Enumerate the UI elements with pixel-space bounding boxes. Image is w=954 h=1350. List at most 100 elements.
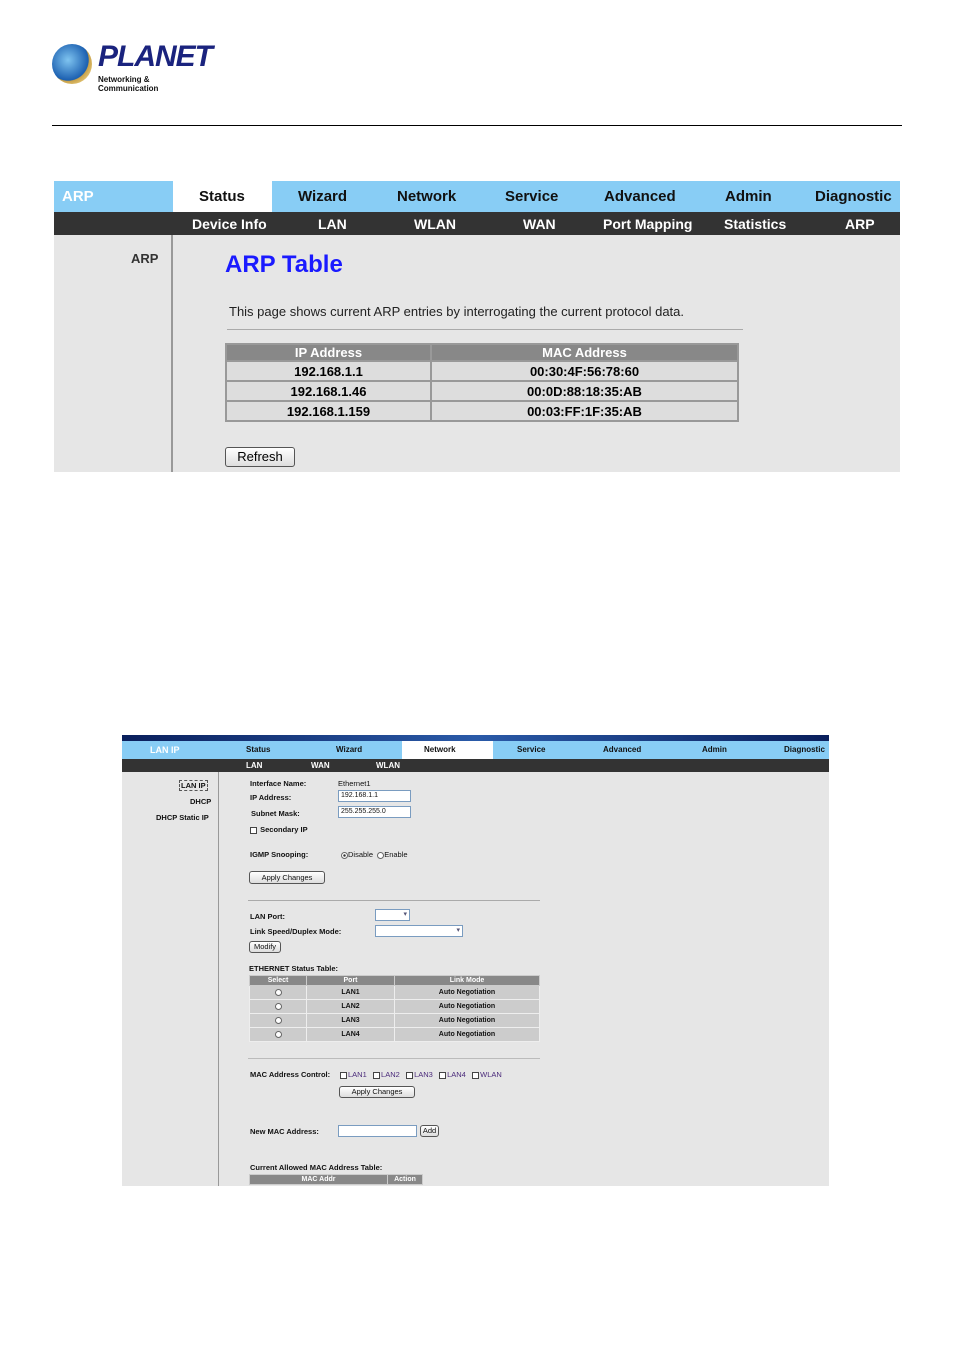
subtab-wan[interactable]: WAN xyxy=(523,216,556,232)
logo-tagline: Networking & Communication xyxy=(98,75,159,93)
mask-label: Subnet Mask: xyxy=(251,809,300,818)
ip-address-input[interactable]: 192.168.1.1 xyxy=(338,790,411,802)
tab-diagnostic[interactable]: Diagnostic xyxy=(815,188,892,205)
col-link-mode: Link Mode xyxy=(394,975,540,986)
port-cell: LAN1 xyxy=(306,985,395,1000)
lan-ip-screenshot: LAN IP Status Wizard Network Service Adv… xyxy=(122,735,829,1186)
subtab-port-mapping[interactable]: Port Mapping xyxy=(603,216,692,232)
tab-admin[interactable]: Admin xyxy=(702,745,727,754)
table-row: 192.168.1.46 00:0D:88:18:35:AB xyxy=(225,380,739,402)
subtab-arp[interactable]: ARP xyxy=(845,216,875,232)
subtab-wlan[interactable]: WLAN xyxy=(376,761,400,770)
col-action: Action xyxy=(387,1174,423,1185)
mac-apply-changes-button[interactable]: Apply Changes xyxy=(339,1086,415,1098)
mac-control-lan4-checkbox[interactable] xyxy=(439,1071,447,1079)
interface-value: Ethernet1 xyxy=(338,779,371,788)
col-mac-addr: MAC Addr xyxy=(249,1174,388,1185)
table-row: LAN2 Auto Negotiation xyxy=(249,999,540,1014)
table-row: 192.168.1.159 00:03:FF:1F:35:AB xyxy=(225,400,739,422)
ethernet-status-table: Select Port Link Mode LAN1 Auto Negotiation… xyxy=(249,975,540,1042)
mac-control-wlan-checkbox[interactable] xyxy=(472,1071,480,1079)
section-label: LAN IP xyxy=(150,745,180,755)
main-tab-bar: LAN IP Status Wizard Network Service Adv… xyxy=(122,741,829,759)
refresh-button[interactable]: Refresh xyxy=(225,447,295,467)
sidebar-item-dhcp[interactable]: DHCP xyxy=(190,797,211,806)
mac-control-lan3-checkbox[interactable] xyxy=(406,1071,414,1079)
sidebar-divider xyxy=(171,235,173,472)
ip-cell: 192.168.1.46 xyxy=(225,380,432,402)
chevron-down-icon: ▾ xyxy=(403,911,407,918)
divider xyxy=(227,329,743,330)
mac-control-lan1-checkbox[interactable] xyxy=(340,1071,347,1079)
tab-diagnostic[interactable]: Diagnostic xyxy=(784,745,825,754)
interface-label: Interface Name: xyxy=(250,779,307,788)
planet-logo: PLANET Networking & Communication xyxy=(52,40,213,93)
table-row: LAN1 Auto Negotiation xyxy=(249,985,540,1000)
tab-advanced[interactable]: Advanced xyxy=(604,188,676,205)
subtab-wan[interactable]: WAN xyxy=(311,761,330,770)
select-radio[interactable] xyxy=(274,1016,282,1024)
sub-nav: Device Info LAN WLAN WAN Port Mapping St… xyxy=(54,212,900,235)
main-tab-bar: ARP Status Wizard Network Service Advanc… xyxy=(54,181,900,212)
select-radio[interactable] xyxy=(274,988,282,996)
lan1-label: LAN1 xyxy=(348,1070,367,1079)
select-radio[interactable] xyxy=(274,1030,282,1038)
new-mac-input[interactable] xyxy=(338,1125,417,1137)
lan-port-select[interactable]: ▾ xyxy=(375,909,410,921)
tab-admin[interactable]: Admin xyxy=(725,188,772,205)
arp-screenshot: ARP Status Wizard Network Service Advanc… xyxy=(54,181,900,472)
apply-changes-button[interactable]: Apply Changes xyxy=(249,871,325,884)
subnet-mask-input[interactable]: 255.255.255.0 xyxy=(338,806,411,818)
ip-label: IP Address: xyxy=(250,793,292,802)
table-row: 192.168.1.1 00:30:4F:56:78:60 xyxy=(225,360,739,382)
link-mode-cell: Auto Negotiation xyxy=(394,985,540,1000)
port-cell: LAN2 xyxy=(306,999,395,1014)
lan4-label: LAN4 xyxy=(447,1070,466,1079)
page-title: ARP Table xyxy=(225,251,343,278)
mac-control-lan2-checkbox[interactable] xyxy=(373,1071,381,1079)
arp-table: IP Address MAC Address 192.168.1.1 00:30:4… xyxy=(225,343,739,422)
tab-wizard[interactable]: Wizard xyxy=(298,188,347,205)
tab-wizard[interactable]: Wizard xyxy=(336,745,362,754)
igmp-enable-label: Enable xyxy=(384,850,408,859)
mac-control-label: MAC Address Control: xyxy=(250,1070,331,1079)
globe-icon xyxy=(52,44,92,84)
subtab-device-info[interactable]: Device Info xyxy=(192,216,267,232)
tab-network[interactable]: Network xyxy=(424,745,456,754)
wlan-label: WLAN xyxy=(480,1070,502,1079)
allowed-table-title: Current Allowed MAC Address Table: xyxy=(250,1163,383,1172)
link-mode-label: Link Speed/Duplex Mode: xyxy=(250,927,342,936)
lan3-label: LAN3 xyxy=(414,1070,433,1079)
select-radio[interactable] xyxy=(274,1002,282,1010)
tab-advanced[interactable]: Advanced xyxy=(603,745,641,754)
add-button[interactable]: Add xyxy=(420,1125,439,1137)
mac-cell: 00:03:FF:1F:35:AB xyxy=(430,400,739,422)
subtab-lan[interactable]: LAN xyxy=(318,216,347,232)
table-row: LAN3 Auto Negotiation xyxy=(249,1013,540,1028)
tab-status[interactable]: Status xyxy=(246,745,270,754)
tab-network[interactable]: Network xyxy=(397,188,456,205)
header-divider xyxy=(52,125,902,126)
logo-brand: PLANET xyxy=(98,40,213,73)
sidebar-item-lan-ip[interactable]: LAN IP xyxy=(179,780,208,791)
tab-service[interactable]: Service xyxy=(505,188,558,205)
subtab-lan[interactable]: LAN xyxy=(246,761,262,770)
subtab-wlan[interactable]: WLAN xyxy=(414,216,456,232)
link-mode-cell: Auto Negotiation xyxy=(394,999,540,1014)
sidebar-item-arp[interactable]: ARP xyxy=(131,251,158,266)
modify-button[interactable]: Modify xyxy=(249,941,281,953)
lan2-label: LAN2 xyxy=(381,1070,400,1079)
link-mode-select[interactable]: ▾ xyxy=(375,925,463,937)
col-select: Select xyxy=(249,975,307,986)
sidebar-item-dhcp-static-ip[interactable]: DHCP Static IP xyxy=(156,813,209,822)
allowed-mac-table: MAC Addr Action xyxy=(249,1174,423,1185)
ip-cell: 192.168.1.1 xyxy=(225,360,432,382)
link-mode-cell: Auto Negotiation xyxy=(394,1013,540,1028)
tab-status[interactable]: Status xyxy=(199,188,245,205)
tab-service[interactable]: Service xyxy=(517,745,545,754)
secondary-ip-checkbox[interactable] xyxy=(250,826,257,834)
lan-port-label: LAN Port: xyxy=(250,912,285,921)
subtab-statistics[interactable]: Statistics xyxy=(724,216,786,232)
sub-nav: LAN WAN WLAN xyxy=(122,759,829,772)
igmp-disable-radio[interactable] xyxy=(341,851,348,859)
